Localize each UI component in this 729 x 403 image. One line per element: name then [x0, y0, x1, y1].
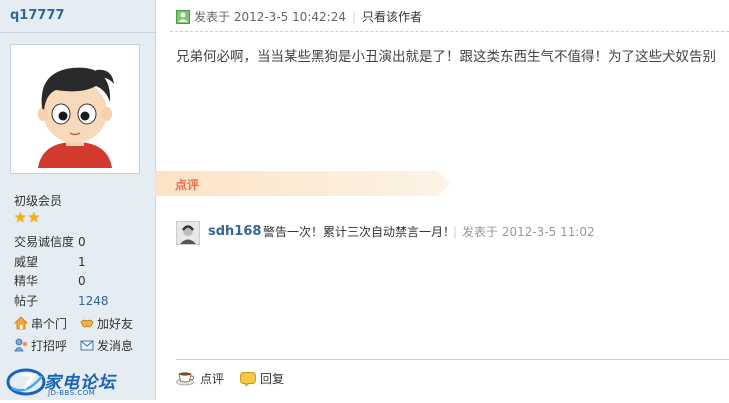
- visit-label: 串个门: [31, 317, 68, 331]
- header-divider: [170, 31, 729, 32]
- dianping-button[interactable]: 点评: [176, 370, 224, 391]
- author-username[interactable]: q17777: [0, 0, 155, 33]
- add-friend-button[interactable]: 加好友: [80, 316, 133, 332]
- visit-button[interactable]: 串个门: [14, 316, 67, 332]
- stat-trust: 交易诚信度 0: [14, 233, 109, 253]
- message-label: 发消息: [97, 339, 134, 353]
- message-button[interactable]: 发消息: [80, 338, 133, 354]
- stat-label: 精华: [14, 274, 39, 288]
- footer-divider: [176, 359, 729, 360]
- logo-subtext: JD-BBS.COM: [48, 389, 96, 397]
- reply-bubble-icon: [240, 372, 256, 391]
- site-logo[interactable]: 家电论坛 JD-BBS.COM: [4, 366, 134, 400]
- stat-value: 0: [78, 235, 86, 249]
- home-icon: [14, 316, 28, 330]
- author-avatar[interactable]: [10, 44, 140, 174]
- stat-essence: 精华 0: [14, 272, 109, 292]
- reply-button-label: 回复: [260, 372, 285, 386]
- comment-time: 发表于 2012-3-5 11:02: [462, 225, 595, 239]
- greet-button[interactable]: 打招呼: [14, 338, 67, 354]
- commenter-username[interactable]: sdh168: [208, 221, 261, 243]
- stat-label: 帖子: [14, 293, 39, 308]
- author-stats: 交易诚信度 0 威望 1 精华 0 帖子 1248: [14, 233, 109, 311]
- stat-value: 0: [78, 274, 86, 288]
- separator: |: [453, 225, 458, 239]
- post-meta: 发表于 2012-3-5 10:42:24 | 只看该作者: [176, 8, 422, 26]
- author-sidebar: q17777 初级会员 ★★ 交易诚信度 0 威望 1 精华 0 帖子 1248…: [0, 0, 156, 400]
- coffee-cup-icon: [176, 370, 196, 391]
- only-author-link[interactable]: 只看该作者: [362, 10, 422, 24]
- dianping-banner: 点评: [155, 171, 451, 196]
- post-date: 发表于 2012-3-5 10:42:24: [194, 10, 346, 24]
- add-friend-label: 加好友: [97, 317, 134, 331]
- avatar-image: [16, 50, 134, 168]
- greet-label: 打招呼: [31, 339, 68, 353]
- mail-icon: [80, 338, 94, 352]
- star-icon: ★: [27, 210, 41, 226]
- member-stars: ★★: [14, 211, 41, 225]
- handshake-icon: [80, 316, 94, 330]
- online-status-icon: [176, 10, 190, 24]
- stat-label: 威望: [14, 254, 39, 269]
- greet-icon: [14, 338, 28, 352]
- star-icon: ★: [14, 210, 27, 226]
- stat-prestige: 威望 1: [14, 253, 109, 273]
- separator: |: [352, 10, 357, 24]
- stat-posts: 帖子 1248: [14, 292, 109, 312]
- reply-button[interactable]: 回复: [240, 370, 284, 391]
- stat-label: 交易诚信度: [14, 235, 75, 249]
- member-level: 初级会员: [14, 194, 63, 208]
- dianping-title: 点评: [175, 178, 200, 192]
- post-content: 兄弟何必啊，当当某些黑狗是小丑演出就是了！跟这类东西生气不值得！为了这些犬奴告别: [176, 49, 716, 65]
- comment-text: 警告一次！累计三次自动禁言一月！: [263, 225, 456, 239]
- commenter-avatar[interactable]: [176, 221, 200, 245]
- stat-value: 1: [78, 254, 86, 269]
- posts-count-link[interactable]: 1248: [78, 292, 109, 312]
- dianping-button-label: 点评: [200, 372, 225, 386]
